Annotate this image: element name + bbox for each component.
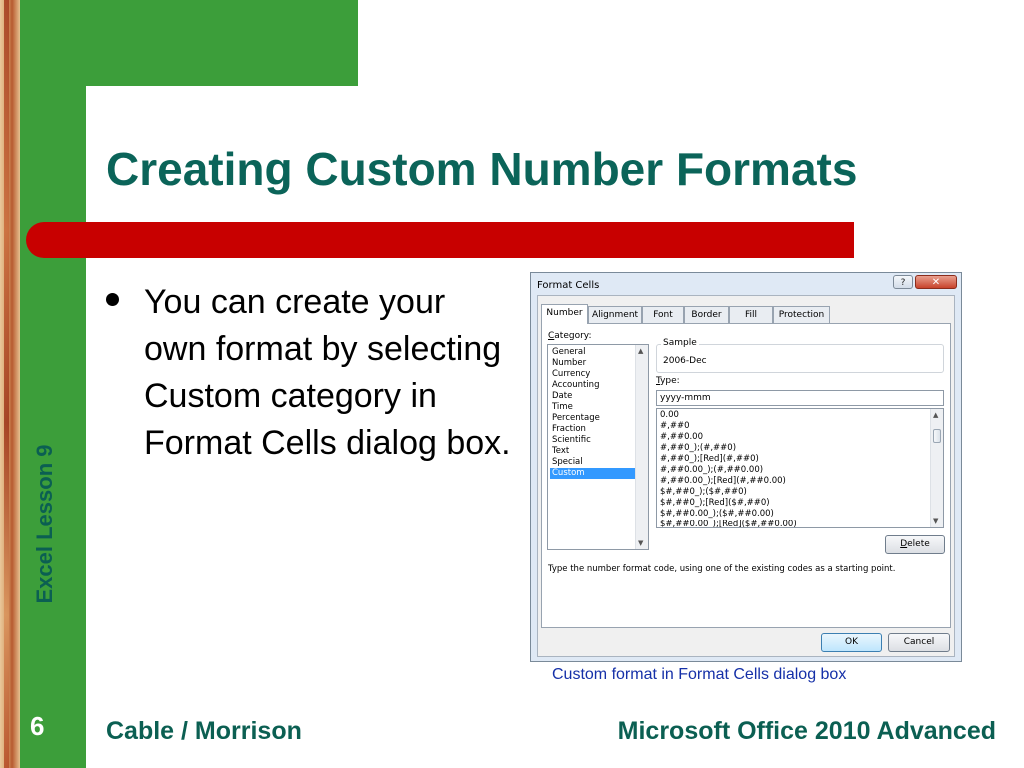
format-code-item[interactable]: #,##0.00_);[Red](#,##0.00) (660, 476, 786, 487)
tab-font[interactable]: Font (642, 306, 684, 323)
bullet-text: You can create your own format by select… (144, 283, 511, 462)
cancel-button[interactable]: Cancel (888, 633, 950, 652)
scroll-up-arrow-icon[interactable]: ▲ (933, 411, 938, 419)
scroll-down-arrow-icon[interactable]: ▼ (933, 517, 938, 525)
sample-group: Sample 2006-Dec (656, 338, 944, 373)
category-item[interactable]: Scientific (550, 435, 635, 446)
category-item[interactable]: Time (550, 402, 635, 413)
category-item[interactable]: Date (550, 391, 635, 402)
dialog-body: Number Alignment Font Border Fill Protec… (537, 295, 955, 657)
category-label: Category: (548, 331, 592, 341)
format-code-item[interactable]: 0.00 (660, 410, 679, 421)
format-hint-text: Type the number format code, using one o… (548, 564, 896, 574)
format-code-item[interactable]: $#,##0.00_);($#,##0.00) (660, 509, 774, 520)
format-code-item[interactable]: #,##0 (660, 421, 689, 432)
tab-protection[interactable]: Protection (773, 306, 830, 323)
format-code-item[interactable]: #,##0.00_);(#,##0.00) (660, 465, 763, 476)
page-number: 6 (30, 711, 45, 741)
format-code-item[interactable]: #,##0_);(#,##0) (660, 443, 736, 454)
bullet-dot-icon (106, 293, 119, 306)
lesson-side-label: Excel Lesson 9 (32, 444, 57, 604)
category-scrollbar[interactable]: ▲ ▼ (635, 345, 648, 549)
format-code-item[interactable]: #,##0.00 (660, 432, 703, 443)
format-cells-dialog: Format Cells ? ✕ Number Alignment Font B… (530, 272, 962, 662)
category-list[interactable]: General Number Currency Accounting Date … (547, 344, 649, 550)
dialog-title: Format Cells (537, 280, 600, 291)
scroll-up-arrow-icon[interactable]: ▲ (638, 347, 643, 355)
type-label: Type: (656, 376, 680, 386)
category-item[interactable]: General (550, 347, 635, 358)
tab-border[interactable]: Border (684, 306, 729, 323)
side-green-bar (20, 0, 86, 768)
delete-button[interactable]: Delete (885, 535, 945, 554)
help-button[interactable]: ? (893, 275, 913, 289)
type-input[interactable]: yyyy-mmm (656, 390, 944, 406)
close-button[interactable]: ✕ (915, 275, 957, 289)
category-item[interactable]: Percentage (550, 413, 635, 424)
tab-alignment[interactable]: Alignment (588, 306, 642, 323)
top-green-block (20, 0, 358, 86)
format-code-item[interactable]: $#,##0.00_);[Red]($#,##0.00) (660, 520, 797, 527)
sample-value: 2006-Dec (663, 356, 707, 366)
category-item[interactable]: Text (550, 446, 635, 457)
slide: Excel Lesson 9 Creating Custom Number Fo… (0, 0, 1024, 768)
category-item[interactable]: Number (550, 358, 635, 369)
tab-number[interactable]: Number (541, 304, 588, 324)
scroll-down-arrow-icon[interactable]: ▼ (638, 539, 643, 547)
decorative-leaf-strip (0, 0, 20, 768)
ok-button[interactable]: OK (821, 633, 882, 652)
category-item[interactable]: Fraction (550, 424, 635, 435)
category-item[interactable]: Accounting (550, 380, 635, 391)
sample-label: Sample (661, 338, 699, 348)
format-code-item[interactable]: $#,##0_);($#,##0) (660, 487, 747, 498)
footer-book-title: Microsoft Office 2010 Advanced (617, 717, 996, 745)
title-underline-bar (26, 222, 854, 258)
format-code-item[interactable]: #,##0_);[Red](#,##0) (660, 454, 759, 465)
format-code-item[interactable]: $#,##0_);[Red]($#,##0) (660, 498, 770, 509)
category-item[interactable]: Special (550, 457, 635, 468)
format-codes-scrollbar[interactable]: ▲ ▼ (930, 409, 943, 527)
category-item[interactable]: Currency (550, 369, 635, 380)
tab-fill[interactable]: Fill (729, 306, 773, 323)
figure-caption: Custom format in Format Cells dialog box (552, 666, 847, 683)
footer-authors: Cable / Morrison (106, 717, 302, 745)
slide-title: Creating Custom Number Formats (106, 143, 858, 195)
number-tab-panel: Category: General Number Currency Accoun… (541, 323, 951, 628)
scroll-thumb[interactable] (933, 429, 941, 443)
format-codes-list[interactable]: 0.00 #,##0 #,##0.00 #,##0_);(#,##0) #,##… (656, 408, 944, 528)
category-item-selected[interactable]: Custom (550, 468, 635, 479)
